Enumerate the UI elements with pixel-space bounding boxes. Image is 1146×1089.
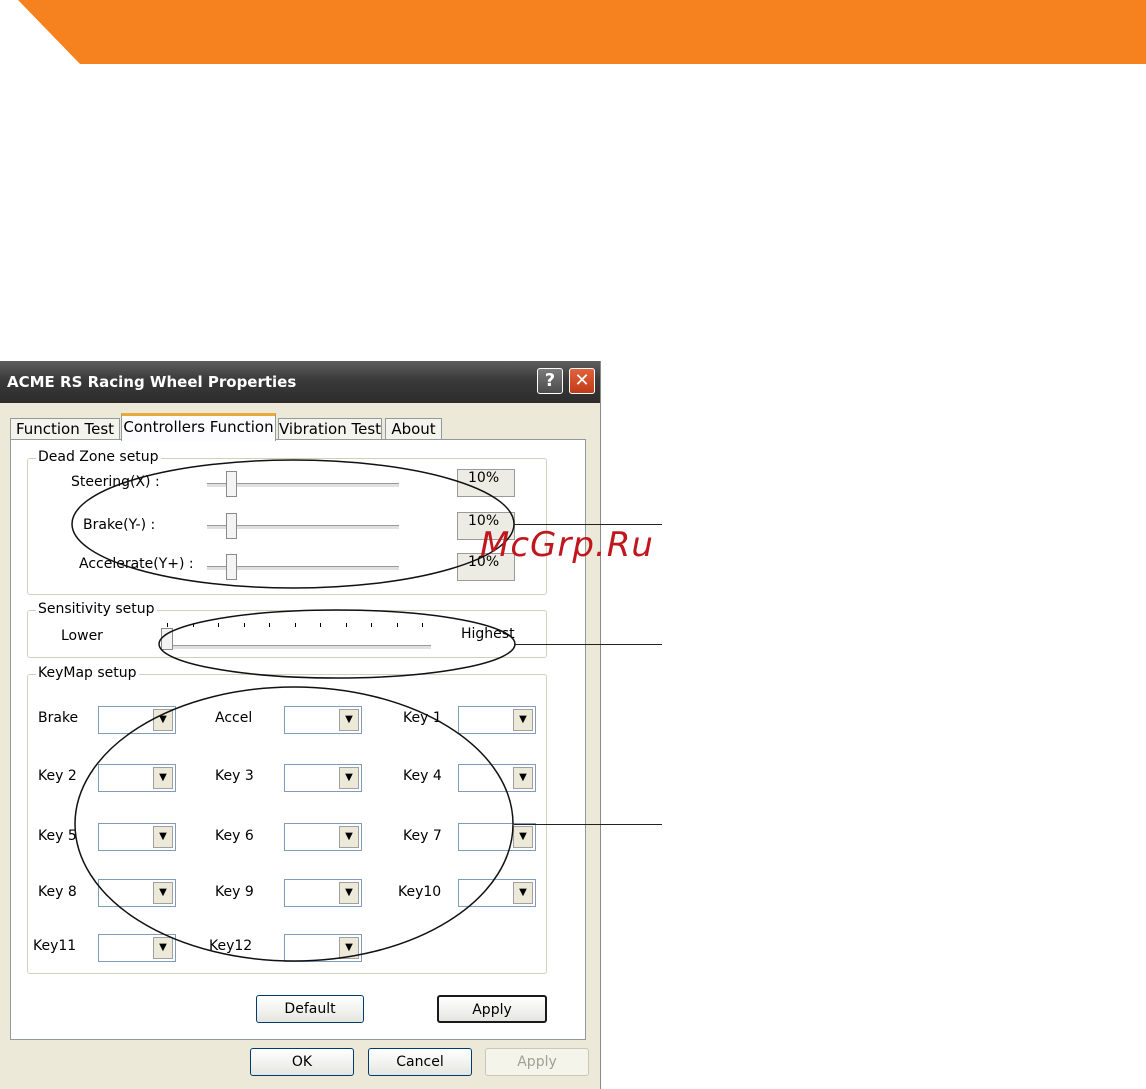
- keymap-brake-label: Brake: [38, 710, 79, 726]
- tab-function-test[interactable]: Function Test: [10, 418, 120, 440]
- dropdown-arrow-icon[interactable]: ▼: [339, 826, 359, 848]
- sensitivity-tick: [218, 623, 219, 627]
- sensitivity-tick: [294, 623, 296, 627]
- dead-zone-title: Dead Zone setup: [36, 449, 161, 465]
- sensitivity-lower-label: Lower: [61, 628, 103, 644]
- steering-value: 10%: [457, 469, 515, 497]
- dropdown-arrow-icon[interactable]: ▼: [339, 882, 359, 904]
- orange-banner: [18, 0, 1146, 64]
- sensitivity-tick: [243, 623, 245, 627]
- dropdown-arrow-icon[interactable]: ▼: [339, 709, 359, 731]
- help-icon[interactable]: ?: [537, 368, 563, 394]
- keymap-key4-label: Key 4: [403, 768, 442, 784]
- dropdown-arrow-icon[interactable]: ▼: [339, 937, 359, 959]
- sensitivity-tick: [345, 623, 347, 627]
- tab-vibration-test[interactable]: Vibration Test: [278, 418, 382, 440]
- dropdown-arrow-icon[interactable]: ▼: [513, 826, 533, 848]
- keymap-key7-label: Key 7: [403, 828, 442, 844]
- keymap-key8-label: Key 8: [38, 884, 77, 900]
- dropdown-arrow-icon[interactable]: ▼: [153, 882, 173, 904]
- keymap-key9-select[interactable]: ▼: [284, 879, 362, 907]
- dropdown-arrow-icon[interactable]: ▼: [513, 882, 533, 904]
- keymap-key5-select[interactable]: ▼: [98, 823, 176, 851]
- keymap-accel-select[interactable]: ▼: [284, 706, 362, 734]
- sensitivity-tick: [422, 623, 423, 627]
- keymap-accel-label: Accel: [215, 710, 253, 726]
- brake-slider-thumb[interactable]: [226, 513, 238, 539]
- keymap-key12-label: Key12: [209, 938, 253, 954]
- sensitivity-tick: [396, 623, 398, 627]
- keymap-key12-select[interactable]: ▼: [284, 934, 362, 962]
- keymap-callout-line: [514, 824, 662, 825]
- accelerate-label: Accelerate(Y+) :: [79, 556, 194, 572]
- tab-about[interactable]: About: [385, 418, 442, 440]
- keymap-key5-label: Key 5: [38, 828, 77, 844]
- keymap-key8-select[interactable]: ▼: [98, 879, 176, 907]
- keymap-key1-select[interactable]: ▼: [458, 706, 536, 734]
- dropdown-arrow-icon[interactable]: ▼: [153, 826, 173, 848]
- keymap-key2-select[interactable]: ▼: [98, 764, 176, 792]
- keymap-key6-select[interactable]: ▼: [284, 823, 362, 851]
- keymap-key6-label: Key 6: [215, 828, 254, 844]
- keymap-key4-select[interactable]: ▼: [458, 764, 536, 792]
- panel-apply-button[interactable]: Apply: [437, 995, 547, 1023]
- dropdown-arrow-icon[interactable]: ▼: [153, 709, 173, 731]
- watermark-text: McGrp.Ru: [480, 525, 654, 565]
- cancel-button[interactable]: Cancel: [368, 1048, 472, 1076]
- keymap-key3-label: Key 3: [215, 768, 254, 784]
- sensitivity-callout-line: [514, 644, 662, 645]
- default-button[interactable]: Default: [256, 995, 364, 1023]
- steering-slider-thumb[interactable]: [226, 471, 238, 497]
- dropdown-arrow-icon[interactable]: ▼: [513, 709, 533, 731]
- title-bar[interactable]: ACME RS Racing Wheel Properties ? ✕: [0, 361, 600, 403]
- keymap-key7-select[interactable]: ▼: [458, 823, 536, 851]
- brake-label: Brake(Y-) :: [83, 517, 156, 533]
- keymap-key11-select[interactable]: ▼: [98, 934, 176, 962]
- properties-dialog: ACME RS Racing Wheel Properties ? ✕ Func…: [0, 361, 601, 1089]
- steering-label: Steering(X) :: [71, 474, 160, 490]
- keymap-title: KeyMap setup: [36, 665, 139, 681]
- dropdown-arrow-icon[interactable]: ▼: [153, 937, 173, 959]
- keymap-key2-label: Key 2: [38, 768, 77, 784]
- keymap-key10-label: Key10: [398, 884, 442, 900]
- dialog-apply-button[interactable]: Apply: [485, 1048, 589, 1076]
- window-title: ACME RS Racing Wheel Properties: [7, 373, 297, 391]
- sensitivity-tick: [320, 623, 321, 627]
- sensitivity-tick: [167, 623, 168, 627]
- sensitivity-tick: [192, 623, 194, 627]
- keymap-key11-label: Key11: [33, 938, 77, 954]
- keymap-brake-select[interactable]: ▼: [98, 706, 176, 734]
- sensitivity-title: Sensitivity setup: [36, 601, 157, 617]
- sensitivity-tick: [269, 623, 270, 627]
- close-icon[interactable]: ✕: [569, 368, 595, 394]
- sensitivity-highest-label: Highest: [461, 626, 515, 642]
- ok-button[interactable]: OK: [250, 1048, 354, 1076]
- dropdown-arrow-icon[interactable]: ▼: [153, 767, 173, 789]
- sensitivity-tick: [371, 623, 372, 627]
- dropdown-arrow-icon[interactable]: ▼: [339, 767, 359, 789]
- dropdown-arrow-icon[interactable]: ▼: [513, 767, 533, 789]
- sensitivity-slider-thumb[interactable]: [161, 628, 173, 650]
- keymap-key10-select[interactable]: ▼: [458, 879, 536, 907]
- tab-controllers-function[interactable]: Controllers Function: [121, 413, 276, 441]
- keymap-key1-label: Key 1: [403, 710, 442, 726]
- accelerate-slider-thumb[interactable]: [226, 554, 238, 580]
- keymap-key9-label: Key 9: [215, 884, 254, 900]
- keymap-key3-select[interactable]: ▼: [284, 764, 362, 792]
- sensitivity-slider-track[interactable]: [165, 645, 431, 650]
